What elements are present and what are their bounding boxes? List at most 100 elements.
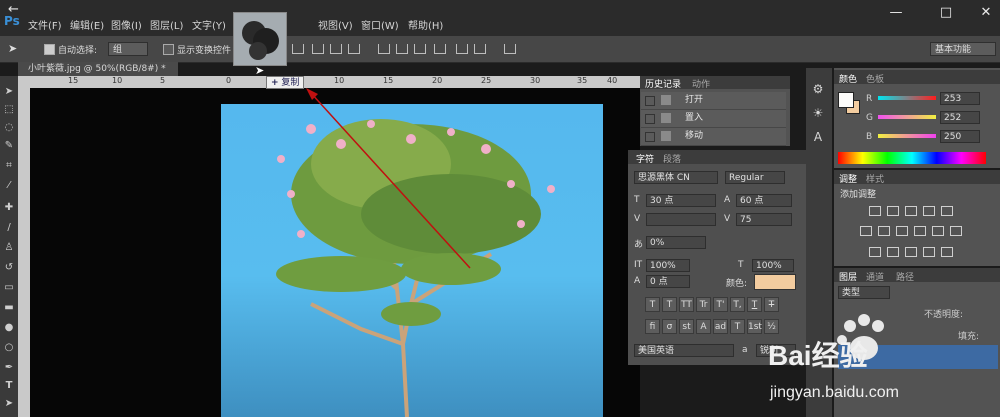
dodge-tool-icon[interactable]: ○ [3, 342, 15, 353]
align-vcenter-icon[interactable] [312, 44, 324, 54]
color-lookup-icon[interactable] [950, 226, 962, 236]
foreground-color-swatch[interactable] [838, 92, 854, 108]
black-white-icon[interactable] [896, 226, 908, 236]
maximize-icon[interactable]: □ [935, 5, 957, 20]
baseline-shift-field[interactable]: 0 点 [646, 275, 690, 288]
show-transform-checkbox[interactable] [163, 44, 174, 55]
contextual-alt-button[interactable]: σ [662, 319, 677, 334]
tab-swatches[interactable]: 色板 [866, 72, 884, 85]
font-family-select[interactable]: 思源黑体 CN [634, 171, 718, 184]
tree-image[interactable] [221, 104, 603, 417]
tab-actions[interactable]: 动作 [692, 77, 710, 90]
path-select-tool-icon[interactable]: ➤ [3, 398, 15, 409]
exposure-icon[interactable] [923, 206, 935, 216]
tab-character[interactable]: 字符 [636, 152, 654, 165]
crop-tool-icon[interactable]: ⌗ [3, 160, 15, 171]
menu-image[interactable]: 图像(I) [111, 17, 142, 32]
menu-window[interactable]: 窗口(W) [361, 17, 399, 32]
superscript-button[interactable]: T' [713, 297, 728, 312]
threshold-icon[interactable] [905, 247, 917, 257]
red-slider[interactable] [878, 96, 936, 100]
underline-button[interactable]: T [747, 297, 762, 312]
small-caps-button[interactable]: Tr [696, 297, 711, 312]
align-bottom-icon[interactable] [330, 44, 342, 54]
menu-layer[interactable]: 图层(L) [150, 17, 183, 32]
menu-view[interactable]: 视图(V) [318, 17, 353, 32]
invert-icon[interactable] [869, 247, 881, 257]
font-size-field[interactable]: 30 点 [646, 194, 716, 207]
subscript-button[interactable]: T, [730, 297, 745, 312]
marquee-tool-icon[interactable]: ⬚ [3, 104, 15, 115]
kerning-field[interactable] [646, 213, 716, 226]
distribute-vcenter-icon[interactable] [396, 44, 408, 54]
history-row[interactable]: 置入 [641, 110, 786, 128]
green-slider[interactable] [878, 115, 936, 119]
photo-filter-icon[interactable] [914, 226, 926, 236]
dock-character-icon[interactable]: A [808, 130, 828, 148]
tab-layers[interactable]: 图层 [839, 270, 857, 283]
faux-italic-button[interactable]: T [662, 297, 677, 312]
align-top-icon[interactable] [292, 44, 304, 54]
menu-edit[interactable]: 编辑(E) [70, 17, 104, 32]
tab-color[interactable]: 颜色 [839, 72, 857, 85]
strikethrough-button[interactable]: T [764, 297, 779, 312]
history-checkbox[interactable] [645, 132, 655, 142]
distribute-bottom-icon[interactable] [414, 44, 426, 54]
brush-tool-icon[interactable]: / [3, 222, 15, 233]
swash-button[interactable]: A [696, 319, 711, 334]
type-tool-icon[interactable]: T [3, 380, 15, 391]
dock-history-icon[interactable]: ⚙ [808, 82, 828, 100]
levels-icon[interactable] [887, 206, 899, 216]
stylistic-alt-button[interactable]: ad [713, 319, 728, 334]
minimize-icon[interactable]: — [885, 5, 907, 20]
blue-slider[interactable] [878, 134, 936, 138]
vertical-scale-field[interactable]: 100% [646, 259, 690, 272]
auto-select-dropdown[interactable]: 组 [108, 42, 148, 56]
move-tool-icon[interactable]: ➤ [3, 86, 15, 97]
close-window-icon[interactable]: ✕ [975, 5, 997, 20]
workspace-dropdown[interactable]: 基本功能 [930, 42, 996, 56]
healing-tool-icon[interactable]: ✚ [3, 202, 15, 213]
history-brush-icon[interactable]: ↺ [3, 262, 15, 273]
blur-tool-icon[interactable]: ● [3, 322, 15, 333]
hue-sat-icon[interactable] [860, 226, 872, 236]
auto-select-checkbox[interactable] [44, 44, 55, 55]
tab-paragraph[interactable]: 段落 [663, 152, 681, 165]
history-row[interactable]: 移动 [641, 128, 786, 146]
leading-field[interactable]: 60 点 [736, 194, 792, 207]
menu-help[interactable]: 帮助(H) [408, 17, 443, 32]
tsume-field[interactable]: 0% [646, 236, 706, 249]
faux-bold-button[interactable]: T [645, 297, 660, 312]
align-left-icon[interactable] [348, 44, 360, 54]
discretionary-ligature-button[interactable]: st [679, 319, 694, 334]
document-tab[interactable]: 小叶紫薇.jpg @ 50%(RGB/8#) * × [18, 62, 178, 88]
history-row[interactable]: 打开 [641, 92, 786, 110]
tab-channels[interactable]: 通道 [866, 270, 884, 283]
tab-adjustments[interactable]: 调整 [839, 172, 857, 185]
font-style-select[interactable]: Regular [725, 171, 785, 184]
auto-align-icon[interactable] [504, 44, 516, 54]
menu-type[interactable]: 文字(Y) [192, 17, 226, 32]
stamp-tool-icon[interactable]: ♙ [3, 242, 15, 253]
gradient-tool-icon[interactable]: ▬ [3, 302, 15, 313]
vibrance-icon[interactable] [941, 206, 953, 216]
history-checkbox[interactable] [645, 114, 655, 124]
posterize-icon[interactable] [887, 247, 899, 257]
all-caps-button[interactable]: TT [679, 297, 694, 312]
history-checkbox[interactable] [645, 96, 655, 106]
eyedropper-tool-icon[interactable]: ⁄ [3, 180, 15, 191]
green-value[interactable]: 252 [940, 111, 980, 124]
distribute-left-icon[interactable] [434, 44, 446, 54]
channel-mixer-icon[interactable] [932, 226, 944, 236]
text-color-swatch[interactable] [754, 274, 796, 290]
eraser-tool-icon[interactable]: ▭ [3, 282, 15, 293]
distribute-right-icon[interactable] [474, 44, 486, 54]
ordinals-button[interactable]: 1st [747, 319, 762, 334]
tab-paths[interactable]: 路径 [896, 270, 914, 283]
tracking-field[interactable]: 75 [736, 213, 792, 226]
dock-actions-icon[interactable]: ☀ [808, 106, 828, 124]
lasso-tool-icon[interactable]: ◌ [3, 122, 15, 133]
brightness-icon[interactable] [869, 206, 881, 216]
curves-icon[interactable] [905, 206, 917, 216]
language-select[interactable]: 美国英语 [634, 344, 734, 357]
